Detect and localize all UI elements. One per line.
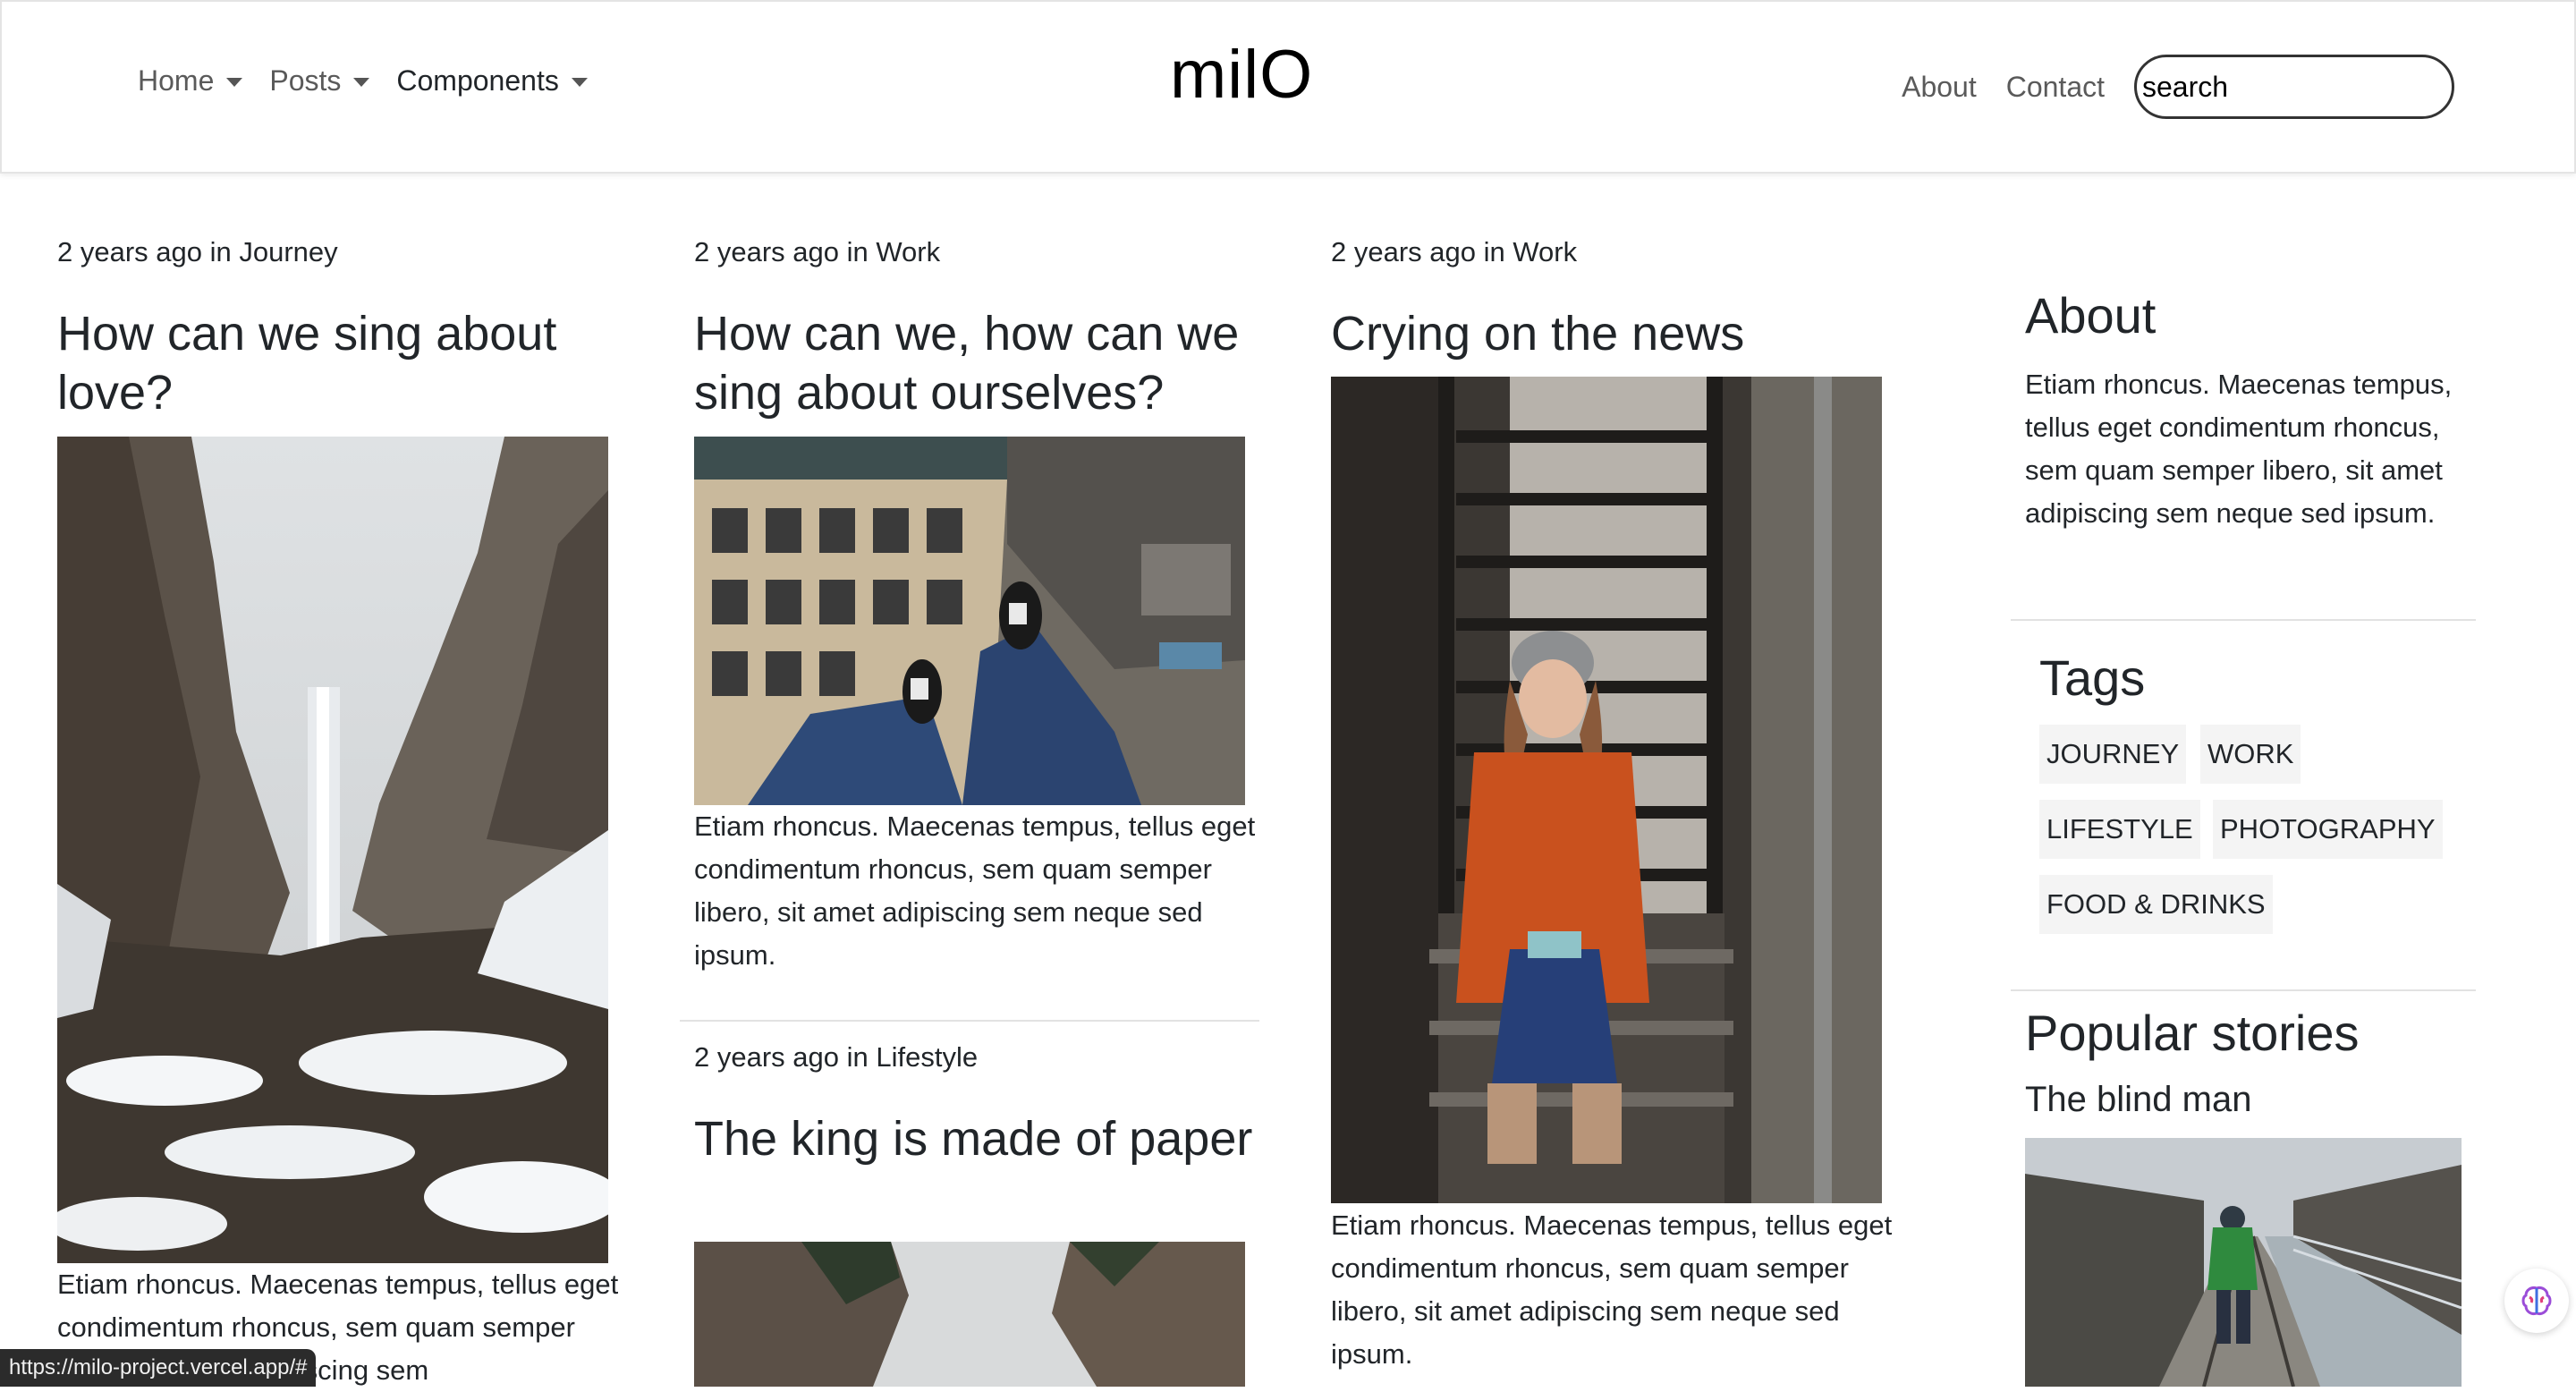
popular-story-image[interactable] (2025, 1138, 2462, 1387)
post-image-woman-stairs[interactable] (1331, 377, 1882, 1203)
nav-posts-label: Posts (269, 64, 342, 97)
post-meta: 2 years ago in Work (694, 236, 941, 267)
caret-down-icon (571, 77, 588, 87)
nav-contact[interactable]: Contact (2006, 71, 2105, 104)
post-image-canyon[interactable] (694, 1242, 1245, 1387)
post-title[interactable]: The king is made of paper (694, 1109, 1258, 1168)
popular-story-title[interactable]: The blind man (2025, 1080, 2251, 1120)
post-title[interactable]: Crying on the news (1331, 304, 1903, 363)
status-bar-url: https://milo-project.vercel.app/# (0, 1349, 317, 1387)
site-logo[interactable]: milO (1170, 36, 1313, 114)
tag-photography[interactable]: PHOTOGRAPHY (2213, 800, 2443, 859)
post-excerpt: Etiam rhoncus. Maecenas tempus, tellus e… (694, 811, 1256, 971)
caret-down-icon (226, 77, 243, 87)
about-text: Etiam rhoncus. Maecenas tempus, tellus e… (2025, 369, 2453, 529)
post-title[interactable]: How can we, how can we sing about oursel… (694, 304, 1258, 422)
post-divider (680, 1020, 1259, 1022)
site-header: Home Posts Components milO About Contact (0, 0, 2576, 174)
about-heading: About (2025, 287, 2157, 344)
tag-lifestyle[interactable]: LIFESTYLE (2039, 800, 2200, 859)
post-title[interactable]: How can we sing about love? (57, 304, 630, 422)
brain-icon (2521, 1286, 2552, 1315)
post-image-city-feet[interactable] (694, 437, 1245, 805)
popular-heading: Popular stories (2025, 1005, 2360, 1061)
post-meta: 2 years ago in Journey (57, 236, 338, 267)
caret-down-icon (353, 77, 370, 87)
main-nav: Home Posts Components (138, 64, 588, 98)
nav-components[interactable]: Components (396, 64, 588, 98)
post-excerpt: Etiam rhoncus. Maecenas tempus, tellus e… (1331, 1210, 1893, 1370)
nav-home-label: Home (138, 64, 215, 97)
extension-button[interactable] (2504, 1269, 2569, 1333)
sidebar-divider (2011, 989, 2476, 991)
post-meta: 2 years ago in Lifestyle (694, 1041, 979, 1073)
post-image-waterfall[interactable] (57, 437, 608, 1263)
nav-posts[interactable]: Posts (269, 64, 370, 98)
tag-journey[interactable]: JOURNEY (2039, 725, 2187, 784)
tag-work[interactable]: WORK (2200, 725, 2301, 784)
sidebar-divider (2011, 619, 2476, 621)
search-input[interactable] (2134, 55, 2454, 119)
nav-components-label: Components (396, 64, 559, 97)
nav-about[interactable]: About (1902, 71, 1977, 104)
post-meta: 2 years ago in Work (1331, 236, 1578, 267)
tag-food-drinks[interactable]: FOOD & DRINKS (2039, 875, 2273, 934)
secondary-nav: About Contact (1902, 51, 2574, 123)
tags-heading: Tags (2039, 649, 2146, 706)
nav-home[interactable]: Home (138, 64, 243, 98)
